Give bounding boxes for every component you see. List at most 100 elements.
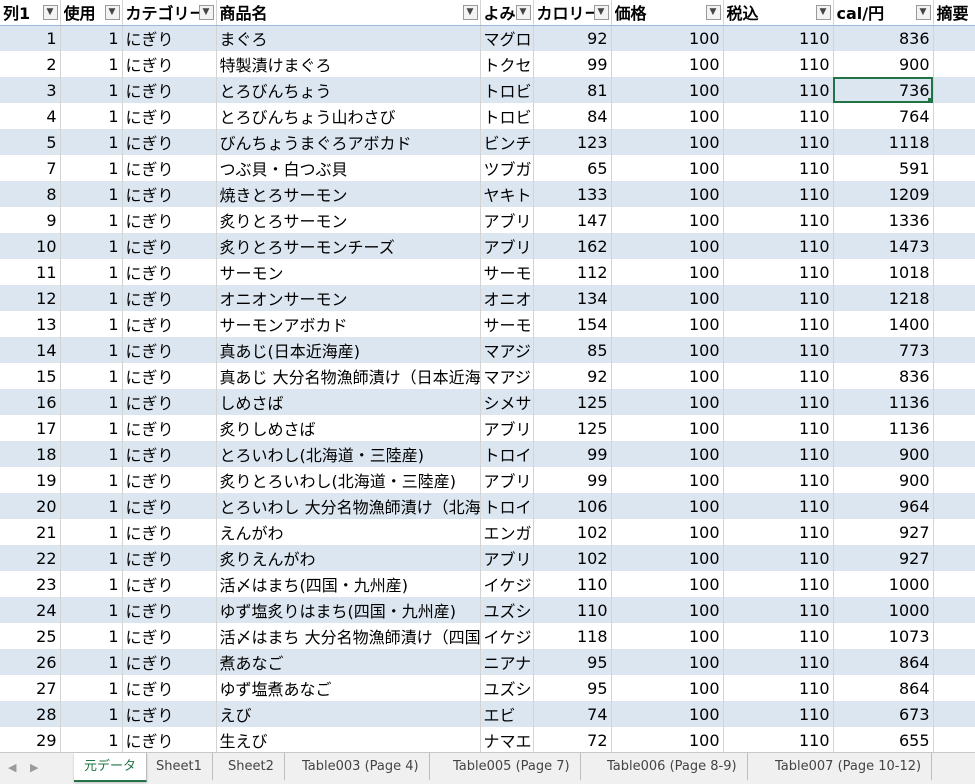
column-header[interactable]: 税込 ▼: [723, 0, 834, 26]
table-cell[interactable]: 1: [0, 25, 61, 51]
table-cell[interactable]: アブリ: [480, 545, 534, 571]
column-header[interactable]: よみ ▼: [480, 0, 534, 26]
table-cell[interactable]: 99: [533, 467, 612, 493]
table-cell[interactable]: 25: [0, 623, 61, 649]
table-cell[interactable]: とろびんちょう山わさび: [216, 103, 481, 129]
table-cell[interactable]: トロイ: [480, 441, 534, 467]
table-cell[interactable]: 生えび: [216, 727, 481, 752]
column-header[interactable]: 商品名 ▼: [216, 0, 481, 26]
table-cell[interactable]: 110: [723, 233, 834, 259]
table-cell[interactable]: アブリ: [480, 207, 534, 233]
table-cell[interactable]: にぎり: [122, 181, 217, 207]
table-cell[interactable]: にぎり: [122, 285, 217, 311]
table-cell[interactable]: にぎり: [122, 233, 217, 259]
table-cell[interactable]: [933, 675, 975, 701]
table-cell[interactable]: 85: [533, 337, 612, 363]
table-cell[interactable]: 72: [533, 727, 612, 752]
filter-dropdown-icon[interactable]: ▼: [198, 5, 214, 20]
table-cell[interactable]: 100: [611, 155, 724, 181]
table-cell[interactable]: [933, 415, 975, 441]
table-cell[interactable]: 110: [723, 389, 834, 415]
table-cell[interactable]: 12: [0, 285, 61, 311]
table-cell[interactable]: 1: [60, 103, 123, 129]
table-cell[interactable]: 100: [611, 207, 724, 233]
table-cell[interactable]: [933, 571, 975, 597]
table-cell[interactable]: [933, 519, 975, 545]
table-cell[interactable]: 28: [0, 701, 61, 727]
table-cell[interactable]: 1: [60, 441, 123, 467]
table-cell[interactable]: 1: [60, 77, 123, 103]
table-cell[interactable]: 100: [611, 727, 724, 752]
table-cell[interactable]: イケジ: [480, 623, 534, 649]
column-header[interactable]: 摘要: [933, 0, 975, 26]
table-cell[interactable]: 1: [60, 649, 123, 675]
table-cell[interactable]: にぎり: [122, 675, 217, 701]
table-cell[interactable]: 29: [0, 727, 61, 752]
table-cell[interactable]: 100: [611, 441, 724, 467]
table-cell[interactable]: 1: [60, 259, 123, 285]
table-cell[interactable]: マアジ: [480, 363, 534, 389]
table-cell[interactable]: 100: [611, 701, 724, 727]
table-cell[interactable]: しめさば: [216, 389, 481, 415]
table-cell[interactable]: 炙りえんがわ: [216, 545, 481, 571]
filter-dropdown-icon[interactable]: ▼: [462, 5, 478, 20]
table-cell[interactable]: 1: [60, 181, 123, 207]
table-cell[interactable]: [933, 545, 975, 571]
table-cell[interactable]: 162: [533, 233, 612, 259]
table-cell[interactable]: 673: [833, 701, 934, 727]
table-cell[interactable]: 133: [533, 181, 612, 207]
table-cell[interactable]: ビンチ: [480, 129, 534, 155]
table-cell[interactable]: 15: [0, 363, 61, 389]
table-cell[interactable]: ナマエ: [480, 727, 534, 752]
table-cell[interactable]: トロイ: [480, 493, 534, 519]
table-cell[interactable]: 1: [60, 311, 123, 337]
table-cell[interactable]: 1: [60, 207, 123, 233]
table-cell[interactable]: 9: [0, 207, 61, 233]
table-cell[interactable]: 81: [533, 77, 612, 103]
sort-filter-icon[interactable]: ▼: [42, 5, 58, 20]
table-cell[interactable]: 110: [723, 545, 834, 571]
table-cell[interactable]: 110: [723, 129, 834, 155]
table-cell[interactable]: 147: [533, 207, 612, 233]
table-cell[interactable]: ゆず塩炙りはまち(四国・九州産): [216, 597, 481, 623]
table-cell[interactable]: 773: [833, 337, 934, 363]
table-cell[interactable]: [933, 25, 975, 51]
table-cell[interactable]: 26: [0, 649, 61, 675]
table-cell[interactable]: [933, 337, 975, 363]
sheet-tab[interactable]: Table003 (Page 4): [292, 753, 430, 780]
table-cell[interactable]: アブリ: [480, 415, 534, 441]
column-header[interactable]: 列1 ▼: [0, 0, 61, 26]
table-cell[interactable]: 100: [611, 571, 724, 597]
tab-scroll-left-icon[interactable]: ◀: [8, 761, 16, 774]
table-cell[interactable]: 炙りとろサーモン: [216, 207, 481, 233]
table-cell[interactable]: にぎり: [122, 571, 217, 597]
filter-dropdown-icon[interactable]: ▼: [515, 5, 531, 20]
table-cell[interactable]: 16: [0, 389, 61, 415]
table-cell[interactable]: 27: [0, 675, 61, 701]
table-cell[interactable]: えび: [216, 701, 481, 727]
table-cell[interactable]: ユズシ: [480, 597, 534, 623]
table-cell[interactable]: 100: [611, 25, 724, 51]
table-cell[interactable]: [933, 467, 975, 493]
table-cell[interactable]: 927: [833, 519, 934, 545]
table-cell[interactable]: 1: [60, 337, 123, 363]
table-cell[interactable]: マグロ: [480, 25, 534, 51]
table-cell[interactable]: 110: [723, 311, 834, 337]
table-cell[interactable]: 125: [533, 415, 612, 441]
table-cell[interactable]: 1336: [833, 207, 934, 233]
column-header[interactable]: カテゴリー ▼: [122, 0, 217, 26]
table-cell[interactable]: [933, 285, 975, 311]
table-cell[interactable]: にぎり: [122, 727, 217, 752]
table-cell[interactable]: [933, 727, 975, 752]
table-cell[interactable]: 1: [60, 285, 123, 311]
table-cell[interactable]: 1: [60, 545, 123, 571]
table-cell[interactable]: 焼きとろサーモン: [216, 181, 481, 207]
table-cell[interactable]: [933, 181, 975, 207]
table-cell[interactable]: ニアナ: [480, 649, 534, 675]
table-cell[interactable]: トロビ: [480, 103, 534, 129]
table-cell[interactable]: にぎり: [122, 623, 217, 649]
table-cell[interactable]: 110: [723, 77, 834, 103]
table-cell[interactable]: 7: [0, 155, 61, 181]
table-cell[interactable]: 118: [533, 623, 612, 649]
table-cell[interactable]: 22: [0, 545, 61, 571]
